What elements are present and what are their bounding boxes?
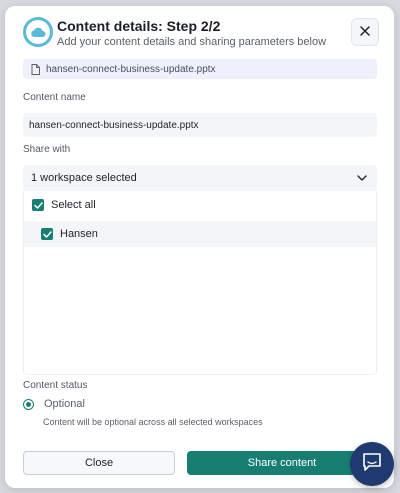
dialog-title: Content details: Step 2/2 [57, 18, 221, 34]
content-status-label: Content status [23, 380, 88, 391]
workspace-options-list: Select all Hansen [23, 191, 377, 375]
content-details-dialog: Content details: Step 2/2 Add your conte… [5, 6, 394, 488]
document-icon [31, 63, 40, 75]
file-chip: hansen-connect-business-update.pptx [23, 59, 377, 79]
select-all-option[interactable]: Select all [24, 192, 376, 218]
content-name-input[interactable]: hansen-connect-business-update.pptx [23, 113, 377, 137]
chat-support-button[interactable] [350, 442, 394, 486]
content-name-label: Content name [23, 92, 86, 103]
dialog-subtitle: Add your content details and sharing par… [57, 36, 327, 48]
close-button[interactable]: Close [23, 451, 175, 475]
close-dialog-button[interactable] [351, 18, 379, 46]
select-all-checkbox[interactable] [32, 199, 44, 211]
file-name: hansen-connect-business-update.pptx [46, 63, 216, 75]
workspace-select-value: 1 workspace selected [31, 172, 137, 184]
select-all-label: Select all [51, 199, 96, 211]
optional-radio[interactable] [23, 398, 34, 410]
chevron-down-icon [357, 172, 367, 184]
optional-radio-label: Optional [44, 398, 85, 410]
share-content-button[interactable]: Share content [187, 451, 377, 475]
workspace-checkbox-hansen[interactable] [41, 228, 53, 240]
cloud-icon [23, 17, 53, 47]
share-with-label: Share with [23, 144, 71, 155]
workspace-option-hansen[interactable]: Hansen [24, 221, 376, 247]
optional-radio-option[interactable]: Optional [23, 398, 85, 410]
workspace-select[interactable]: 1 workspace selected [23, 165, 377, 191]
content-status-hint: Content will be optional across all sele… [43, 417, 263, 427]
close-icon [360, 23, 370, 41]
chat-icon [361, 451, 383, 478]
workspace-option-label: Hansen [60, 228, 98, 240]
